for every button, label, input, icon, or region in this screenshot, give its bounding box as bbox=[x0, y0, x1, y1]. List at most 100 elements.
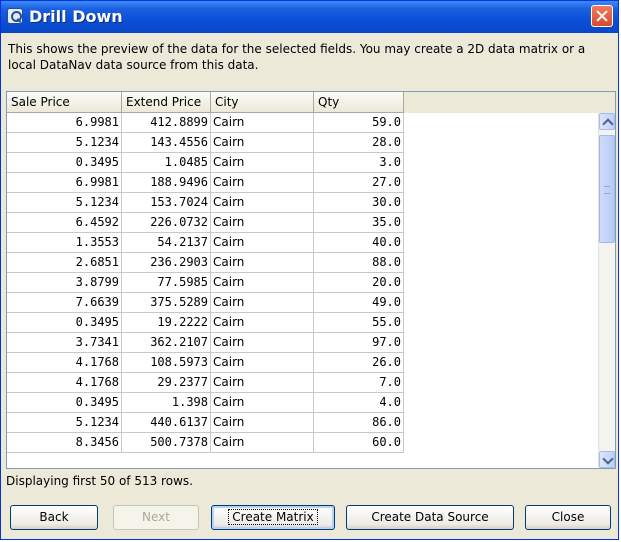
table-row[interactable]: 5.1234 143.4556 Cairn 28.0 bbox=[7, 133, 404, 153]
table-cell: 0.3495 bbox=[7, 393, 122, 413]
chevron-down-icon bbox=[602, 453, 614, 465]
next-button: Next bbox=[113, 505, 199, 530]
table-cell: 1.398 bbox=[122, 393, 211, 413]
table-row[interactable]: 6.4592 226.0732 Cairn 35.0 bbox=[7, 213, 404, 233]
table-row[interactable]: 0.3495 19.2222 Cairn 55.0 bbox=[7, 313, 404, 333]
table-row[interactable]: 4.1768 29.2377 Cairn 7.0 bbox=[7, 373, 404, 393]
table-row[interactable]: 0.3495 1.0485 Cairn 3.0 bbox=[7, 153, 404, 173]
table-cell: Cairn bbox=[211, 353, 314, 373]
table-cell: Cairn bbox=[211, 393, 314, 413]
table-row[interactable]: 3.7341 362.2107 Cairn 97.0 bbox=[7, 333, 404, 353]
window-title: Drill Down bbox=[29, 7, 123, 26]
title-bar[interactable]: Drill Down bbox=[1, 1, 618, 33]
table-cell: 4.1768 bbox=[7, 353, 122, 373]
table-cell: 54.2137 bbox=[122, 233, 211, 253]
close-button[interactable]: Close bbox=[525, 505, 611, 530]
table-cell: 28.0 bbox=[314, 133, 404, 153]
next-button-label: Next bbox=[142, 510, 170, 524]
table-cell: 1.3553 bbox=[7, 233, 122, 253]
table-cell: 5.1234 bbox=[7, 193, 122, 213]
table-cell: 500.7378 bbox=[122, 433, 211, 453]
vertical-scrollbar[interactable] bbox=[598, 113, 615, 468]
table-cell: 0.3495 bbox=[7, 153, 122, 173]
table-cell: 3.8799 bbox=[7, 273, 122, 293]
table-cell: 35.0 bbox=[314, 213, 404, 233]
scroll-thumb[interactable] bbox=[599, 135, 615, 243]
table-cell: Cairn bbox=[211, 373, 314, 393]
table-cell: 60.0 bbox=[314, 433, 404, 453]
column-header-city[interactable]: City bbox=[211, 92, 314, 113]
table-cell: 4.0 bbox=[314, 393, 404, 413]
close-icon[interactable] bbox=[591, 5, 613, 27]
create-matrix-button[interactable]: Create Matrix bbox=[211, 505, 335, 530]
back-button[interactable]: Back bbox=[10, 505, 98, 530]
table-cell: 59.0 bbox=[314, 113, 404, 133]
table-row[interactable]: 8.3456 500.7378 Cairn 60.0 bbox=[7, 433, 404, 453]
table-cell: 375.5289 bbox=[122, 293, 211, 313]
table-cell: 143.4556 bbox=[122, 133, 211, 153]
table-cell: 0.3495 bbox=[7, 313, 122, 333]
table-cell: 108.5973 bbox=[122, 353, 211, 373]
table-row[interactable]: 5.1234 440.6137 Cairn 86.0 bbox=[7, 413, 404, 433]
create-data-source-button-label: Create Data Source bbox=[371, 510, 489, 524]
table-cell: 2.6851 bbox=[7, 253, 122, 273]
table-row[interactable]: 4.1768 108.5973 Cairn 26.0 bbox=[7, 353, 404, 373]
description-text: This shows the preview of the data for t… bbox=[8, 42, 586, 72]
table-cell: 412.8899 bbox=[122, 113, 211, 133]
table-cell: 5.1234 bbox=[7, 413, 122, 433]
table-cell: 5.1234 bbox=[7, 133, 122, 153]
table-cell: 27.0 bbox=[314, 173, 404, 193]
table-cell: 55.0 bbox=[314, 313, 404, 333]
table-cell: 3.0 bbox=[314, 153, 404, 173]
preview-table: Sale Price Extend Price City Qty 6.9981 4… bbox=[6, 91, 616, 469]
create-data-source-button[interactable]: Create Data Source bbox=[346, 505, 514, 530]
table-cell: 1.0485 bbox=[122, 153, 211, 173]
table-row[interactable]: 7.6639 375.5289 Cairn 49.0 bbox=[7, 293, 404, 313]
table-row[interactable]: 2.6851 236.2903 Cairn 88.0 bbox=[7, 253, 404, 273]
table-cell: 8.3456 bbox=[7, 433, 122, 453]
table-cell: 153.7024 bbox=[122, 193, 211, 213]
table-row[interactable]: 6.9981 188.9496 Cairn 27.0 bbox=[7, 173, 404, 193]
table-cell: 440.6137 bbox=[122, 413, 211, 433]
column-header-qty[interactable]: Qty bbox=[314, 92, 404, 113]
table-cell: 236.2903 bbox=[122, 253, 211, 273]
table-cell: 29.2377 bbox=[122, 373, 211, 393]
table-row[interactable]: 6.9981 412.8899 Cairn 59.0 bbox=[7, 113, 404, 133]
table-row[interactable]: 5.1234 153.7024 Cairn 30.0 bbox=[7, 193, 404, 213]
status-text: Displaying first 50 of 513 rows. bbox=[6, 474, 193, 488]
table-row[interactable]: 1.3553 54.2137 Cairn 40.0 bbox=[7, 233, 404, 253]
table-cell: 188.9496 bbox=[122, 173, 211, 193]
table-cell: Cairn bbox=[211, 113, 314, 133]
table-cell: 7.6639 bbox=[7, 293, 122, 313]
table-cell: 6.9981 bbox=[7, 173, 122, 193]
table-cell: Cairn bbox=[211, 413, 314, 433]
drill-down-dialog: Drill Down This shows the preview of the… bbox=[0, 0, 619, 540]
table-row[interactable]: 3.8799 77.5985 Cairn 20.0 bbox=[7, 273, 404, 293]
datanav-app-icon bbox=[7, 8, 23, 24]
table-header: Sale Price Extend Price City Qty bbox=[7, 92, 615, 113]
table-cell: 7.0 bbox=[314, 373, 404, 393]
table-row[interactable]: 0.3495 1.398 Cairn 4.0 bbox=[7, 393, 404, 413]
back-button-label: Back bbox=[39, 510, 69, 524]
scroll-up-button[interactable] bbox=[599, 113, 615, 130]
table-cell: 362.2107 bbox=[122, 333, 211, 353]
table-cell: Cairn bbox=[211, 193, 314, 213]
column-header-sale-price[interactable]: Sale Price bbox=[7, 92, 122, 113]
chevron-up-icon bbox=[602, 118, 614, 130]
column-header-extend-price[interactable]: Extend Price bbox=[122, 92, 211, 113]
table-cell: Cairn bbox=[211, 293, 314, 313]
table-cell: Cairn bbox=[211, 253, 314, 273]
table-cell: 86.0 bbox=[314, 413, 404, 433]
table-cell: 88.0 bbox=[314, 253, 404, 273]
table-cell: Cairn bbox=[211, 153, 314, 173]
create-matrix-button-label: Create Matrix bbox=[228, 509, 318, 525]
table-cell: 49.0 bbox=[314, 293, 404, 313]
table-cell: 4.1768 bbox=[7, 373, 122, 393]
table-cell: 20.0 bbox=[314, 273, 404, 293]
table-cell: 26.0 bbox=[314, 353, 404, 373]
table-cell: Cairn bbox=[211, 173, 314, 193]
table-cell: Cairn bbox=[211, 133, 314, 153]
scroll-down-button[interactable] bbox=[599, 451, 615, 468]
table-cell: Cairn bbox=[211, 273, 314, 293]
table-cell: 19.2222 bbox=[122, 313, 211, 333]
